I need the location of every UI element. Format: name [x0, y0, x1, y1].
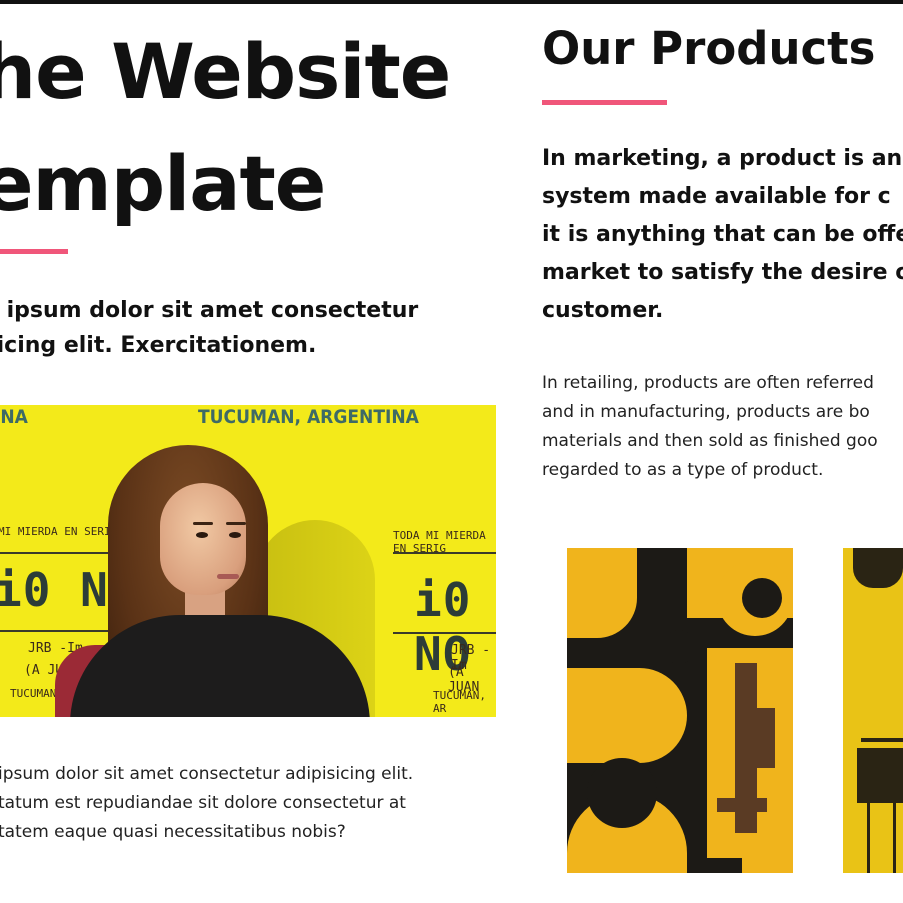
hero-photo: INA TUCUMAN, ARGENTINA MI MIERDA EN SERI… [0, 405, 496, 717]
products-body-line: and in manufacturing, products are bo [542, 402, 870, 422]
person-eye [229, 532, 241, 538]
chair-shape [857, 748, 903, 803]
person-brow [226, 522, 246, 525]
product-image[interactable] [843, 548, 903, 873]
top-border [0, 0, 903, 4]
table-top [861, 738, 903, 742]
chair-leg [893, 803, 896, 873]
hero-title-line: he Website [0, 27, 451, 116]
hero-title: he Website emplate [0, 16, 502, 240]
products-lead-line: it is anything that can be offe [542, 222, 903, 247]
poster-text: TUCUMAN, AR [433, 689, 486, 715]
products-title: Our Products [542, 22, 876, 75]
person-eye [196, 532, 208, 538]
hero-title-line: emplate [0, 139, 326, 228]
hero-lead: m ipsum dolor sit amet consectetur isici… [0, 293, 486, 363]
poster-text: TODA MI MIERDA EN SERIG [393, 529, 486, 555]
person-mouth [217, 574, 239, 579]
paint-crack [757, 708, 775, 768]
product-image[interactable] [567, 548, 793, 873]
products-lead-line: system made available for c [542, 184, 891, 209]
poster-rule [393, 632, 496, 634]
poster-rule [0, 630, 110, 632]
poster-text: TUCUMAN [10, 687, 57, 700]
products-lead-line: customer. [542, 298, 664, 323]
awning-shadow [853, 548, 903, 588]
paint-shape [567, 548, 637, 638]
poster-header: INA TUCUMAN, ARGENTINA [0, 405, 496, 433]
paint-dot [742, 578, 782, 618]
products-body-text: In retailing, products are often referre… [542, 369, 903, 485]
hero-accent-bar [0, 249, 68, 254]
products-body-line: In retailing, products are often referre… [542, 373, 874, 393]
paint-dot [662, 630, 696, 664]
poster-text: TUCUMAN, ARGENTINA [198, 406, 419, 428]
hero-lead-line: isicing elit. Exercitationem. [0, 333, 317, 358]
products-lead: In marketing, a product is an system mad… [542, 140, 903, 330]
paint-shape [567, 668, 687, 763]
paint-shape [742, 843, 793, 873]
person-brow [193, 522, 213, 525]
products-lead-line: In marketing, a product is an [542, 146, 903, 171]
products-body-line: materials and then sold as finished goo [542, 431, 878, 451]
hero-body-line: tatum est repudiandae sit dolore consect… [0, 793, 406, 813]
products-lead-line: market to satisfy the desire o [542, 260, 903, 285]
paint-crack [717, 798, 767, 812]
chair-leg [867, 803, 870, 873]
hero-lead-line: m ipsum dolor sit amet consectetur [0, 298, 419, 323]
paint-dot [587, 758, 657, 828]
poster-text: INA [0, 406, 28, 428]
products-body-line: regarded to as a type of product. [542, 460, 824, 480]
hero-body-line: ipsum dolor sit amet consectetur adipisi… [0, 764, 414, 784]
hero-body-line: tatem eaque quasi necessitatibus nobis? [0, 822, 346, 842]
hero-body-text: ipsum dolor sit amet consectetur adipisi… [0, 760, 498, 847]
products-accent-bar [542, 100, 667, 105]
